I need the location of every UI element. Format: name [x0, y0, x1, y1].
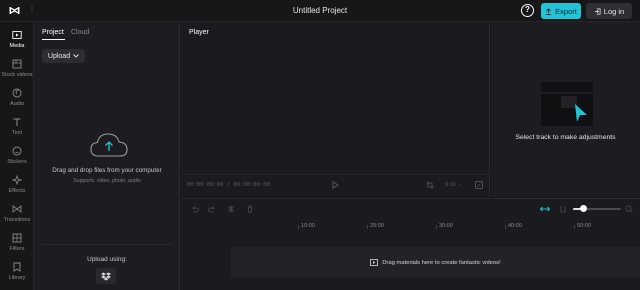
divider	[42, 244, 172, 245]
player-title: Player	[189, 29, 209, 36]
player-controls-divider	[181, 174, 490, 175]
ruler-label: 50:00	[577, 223, 591, 229]
snap-icon[interactable]	[559, 205, 567, 213]
chevron-down-icon	[73, 54, 79, 58]
nav-item-audio[interactable]: Audio	[0, 88, 34, 114]
nav-label: Stickers	[7, 159, 27, 165]
stickers-icon	[12, 146, 22, 156]
supported-formats: Supports: video, photo, audio	[73, 178, 141, 184]
export-label: Export	[555, 6, 577, 16]
upload-button[interactable]: Upload	[42, 49, 85, 63]
effects-icon	[12, 175, 22, 185]
select-track-illustration	[541, 82, 593, 126]
login-icon	[594, 7, 601, 15]
media-icon	[370, 259, 379, 266]
nav-item-library[interactable]: Library	[0, 262, 34, 288]
audio-icon	[12, 88, 22, 98]
ruler-label: 20:00	[370, 223, 384, 229]
timeline-panel: 10:00 20:00 30:00 40:00 50:00 Drag mater…	[181, 198, 640, 290]
help-icon[interactable]: ?	[521, 4, 534, 17]
transitions-icon	[12, 205, 22, 213]
ruler-tick	[298, 225, 299, 229]
login-label: Log in	[603, 6, 625, 16]
nav-item-transitions[interactable]: Transitions	[0, 204, 34, 230]
upload-arrow-icon	[546, 7, 552, 15]
split-icon[interactable]	[227, 205, 235, 213]
dropbox-icon	[101, 272, 111, 280]
filters-icon	[12, 233, 22, 243]
text-icon	[13, 118, 21, 126]
crop-icon[interactable]	[426, 181, 434, 189]
player-panel: Player 00:00:00:00 / 00:00:00:00 9:16 ⌄	[181, 22, 490, 197]
nav-item-stickers[interactable]: Stickers	[0, 146, 34, 172]
ruler-label: 30:00	[439, 223, 453, 229]
drop-instructions: Drag and drop files from your computer	[52, 167, 162, 174]
tab-cloud[interactable]: Cloud	[71, 29, 89, 36]
zoom-in-icon[interactable]	[625, 205, 633, 213]
timeline-drop-zone[interactable]: Drag materials here to create fantastic …	[231, 247, 640, 278]
ruler-tick	[367, 225, 368, 229]
ruler-tick	[574, 225, 575, 229]
stock-videos-icon	[12, 59, 22, 69]
dropbox-button[interactable]	[96, 268, 116, 284]
media-panel: Project Cloud Upload Drag and drop files…	[34, 22, 180, 290]
aspect-ratio-value: 9:16	[445, 182, 456, 188]
nav-item-filters[interactable]: Filters	[0, 233, 34, 259]
undo-icon[interactable]	[191, 205, 199, 213]
inspector-hint: Select track to make adjustments	[515, 134, 616, 141]
nav-label: Filters	[9, 246, 25, 252]
redo-icon[interactable]	[208, 205, 216, 213]
fullscreen-icon[interactable]	[475, 181, 483, 189]
inspector-panel: Select track to make adjustments	[491, 22, 640, 197]
ruler-label: 40:00	[508, 223, 522, 229]
cloud-upload-icon[interactable]	[88, 130, 130, 160]
ruler-tick	[436, 225, 437, 229]
nav-item-media[interactable]: Media	[0, 30, 34, 56]
upload-using-label: Upload using:	[87, 256, 127, 263]
nav-label: Text	[11, 130, 23, 136]
drop-zone-text: Drag materials here to create fantastic …	[382, 259, 501, 266]
top-bar: ⋮ Untitled Project ? Export Log in	[0, 0, 640, 22]
nav-label: Effects	[8, 188, 26, 194]
nav-label: Transitions	[3, 217, 31, 223]
login-button[interactable]: Log in	[586, 3, 632, 19]
upload-label: Upload	[47, 52, 71, 60]
media-icon	[12, 31, 22, 39]
nav-item-text[interactable]: Text	[0, 117, 34, 143]
play-icon[interactable]	[332, 181, 339, 189]
active-tab-indicator	[42, 39, 65, 40]
nav-item-effects[interactable]: Effects	[0, 175, 34, 201]
nav-label: Media	[9, 43, 25, 49]
link-tracks-icon[interactable]	[540, 205, 550, 213]
delete-icon[interactable]	[246, 205, 254, 213]
zoom-slider-handle[interactable]	[580, 205, 587, 212]
nav-label: Library	[8, 275, 26, 281]
nav-label: Audio	[9, 101, 25, 107]
nav-item-stock-videos[interactable]: Stock videos	[0, 59, 34, 85]
timecode: 00:00:00:00 / 00:00:00:00	[187, 182, 270, 188]
nav-label: Stock videos	[1, 72, 33, 78]
ruler-tick	[505, 225, 506, 229]
ruler-label: 10:00	[301, 223, 315, 229]
library-icon	[13, 262, 21, 272]
export-button[interactable]: Export	[541, 3, 581, 19]
tab-project[interactable]: Project	[42, 29, 64, 36]
aspect-ratio-select[interactable]: 9:16 ⌄	[445, 182, 462, 188]
left-sidebar: Media Stock videos Audio Text Stickers E…	[0, 22, 34, 290]
